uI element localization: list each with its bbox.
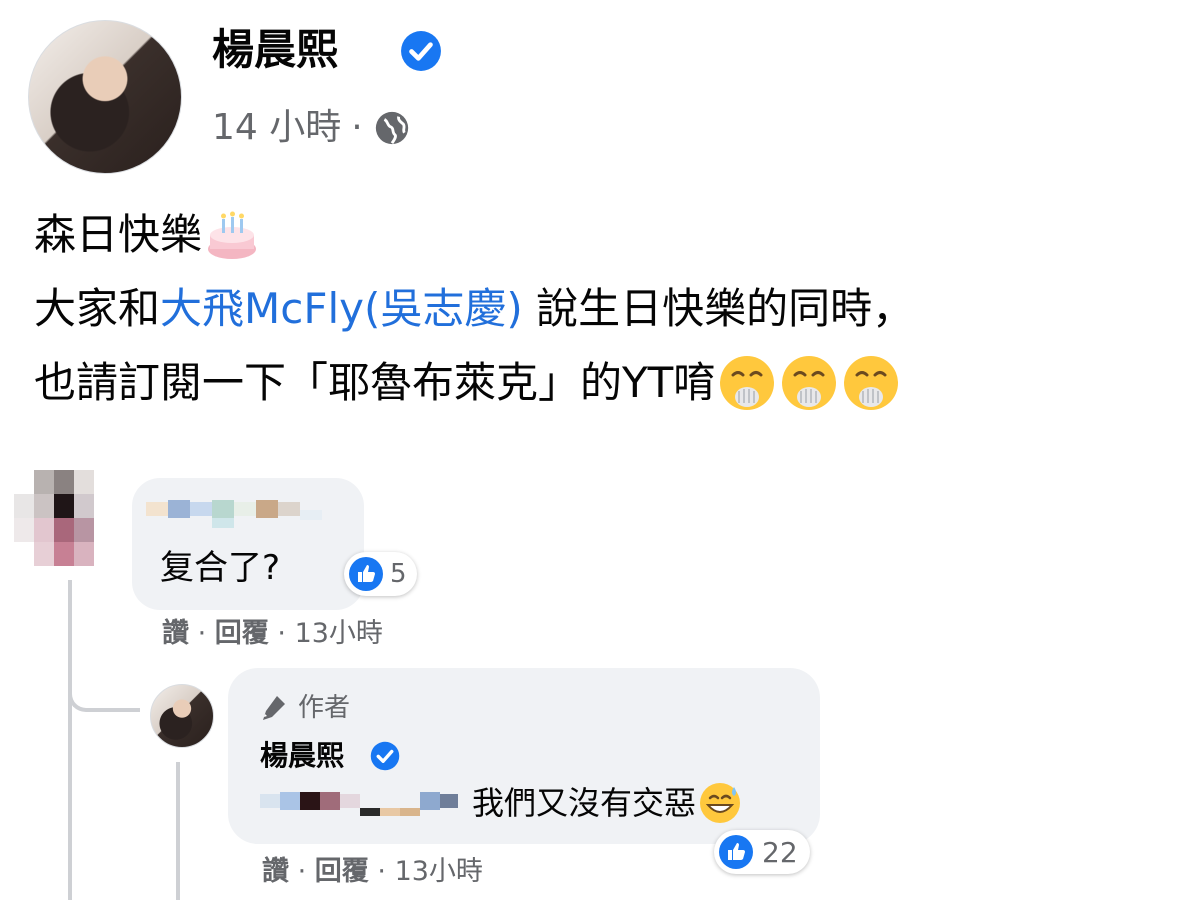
hand-over-mouth-emoji — [782, 356, 837, 410]
post-line-1-text: 森日快樂 — [34, 210, 203, 259]
like-count: 5 — [390, 559, 407, 589]
reply-author-name[interactable]: 楊晨熙 — [260, 734, 344, 778]
hand-over-mouth-emoji — [844, 356, 899, 410]
reply-action[interactable]: 回覆 — [315, 856, 369, 887]
reply-text: 我們又沒有交惡 — [472, 784, 697, 822]
mention-link[interactable]: 大飛McFly(吳志慶) — [160, 272, 523, 346]
post-line-3: 也請訂閱一下「耶魯布萊克」的YT唷 — [34, 346, 914, 420]
globe-icon[interactable] — [373, 109, 411, 147]
post-author-name[interactable]: 楊晨熙 — [212, 20, 338, 80]
commenter-avatar-blurred[interactable] — [10, 470, 116, 568]
like-action[interactable]: 讚 — [262, 856, 289, 887]
verified-badge-icon — [401, 31, 441, 71]
thread-connector — [68, 640, 140, 712]
post-line-1: 森日快樂 — [34, 198, 914, 272]
author-badge-label: 作者 — [298, 693, 351, 723]
like-count: 22 — [762, 835, 798, 869]
mentioned-name-blurred[interactable] — [260, 786, 460, 820]
comment-text: 复合了? — [160, 548, 281, 588]
post-line-2-prefix: 大家和 — [34, 284, 161, 333]
author-avatar[interactable] — [28, 20, 182, 174]
post-body: 森日快樂 大家和 大飛McFly(吳志慶) 說生日快樂的同時， 也請訂閱一下「耶魯… — [34, 198, 914, 420]
reply-action[interactable]: 回覆 — [215, 618, 269, 649]
post-meta: 14 小時 · — [212, 100, 411, 156]
reply-reaction-count[interactable]: 22 — [714, 830, 810, 874]
verified-badge-icon — [370, 741, 400, 771]
action-separator: · — [297, 856, 307, 887]
meta-separator: · — [351, 107, 363, 148]
action-separator: · — [377, 856, 386, 887]
comment-actions: 讚 · 回覆 · 13小時 — [162, 614, 383, 654]
action-separator: · — [277, 618, 286, 649]
reply-timestamp[interactable]: 13小時 — [395, 856, 483, 887]
post-line-2-suffix: 說生日快樂的同時， — [522, 284, 915, 333]
reply-text-row: 我們又沒有交惡 — [472, 780, 742, 826]
reply-author-avatar[interactable] — [150, 684, 214, 748]
like-reaction-icon — [349, 557, 383, 591]
thread-line — [176, 762, 180, 900]
comment-reaction-count[interactable]: 5 — [344, 552, 417, 596]
like-reaction-icon — [719, 835, 753, 869]
like-action[interactable]: 讚 — [162, 618, 189, 649]
post-line-3-text: 也請訂閱一下「耶魯布萊克」的YT唷 — [34, 358, 716, 407]
grinning-sweat-emoji — [700, 783, 741, 823]
reply-actions: 讚 · 回覆 · 13小時 — [262, 852, 483, 892]
pen-icon — [263, 696, 285, 720]
commenter-name-blurred[interactable] — [146, 496, 326, 530]
thread-line — [68, 580, 72, 900]
post-timestamp[interactable]: 14 小時 — [212, 100, 341, 156]
author-badge: 作者 — [258, 688, 350, 728]
action-separator: · — [197, 618, 207, 649]
comment-timestamp[interactable]: 13小時 — [295, 618, 383, 649]
birthday-cake-emoji — [208, 211, 257, 259]
post-line-2: 大家和 大飛McFly(吳志慶) 說生日快樂的同時， — [34, 272, 914, 346]
hand-over-mouth-emoji — [720, 356, 775, 410]
